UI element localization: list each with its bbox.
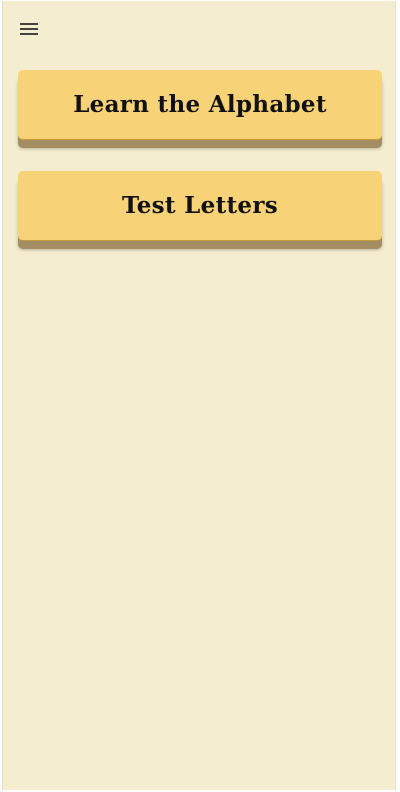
card-face: Test Letters [18,171,382,241]
hamburger-menu-icon-graphic [20,23,38,35]
card-face: Learn the Alphabet [18,70,382,140]
hamburger-menu-icon[interactable] [17,17,41,41]
menu-list: Learn the Alphabet Test Letters [18,70,384,272]
test-letters-label: Test Letters [121,192,279,219]
test-letters-button[interactable]: Test Letters [18,171,382,249]
app-screen: Learn the Alphabet Test Letters [2,1,396,790]
learn-alphabet-button[interactable]: Learn the Alphabet [18,70,382,148]
learn-alphabet-label: Learn the Alphabet [73,91,327,118]
